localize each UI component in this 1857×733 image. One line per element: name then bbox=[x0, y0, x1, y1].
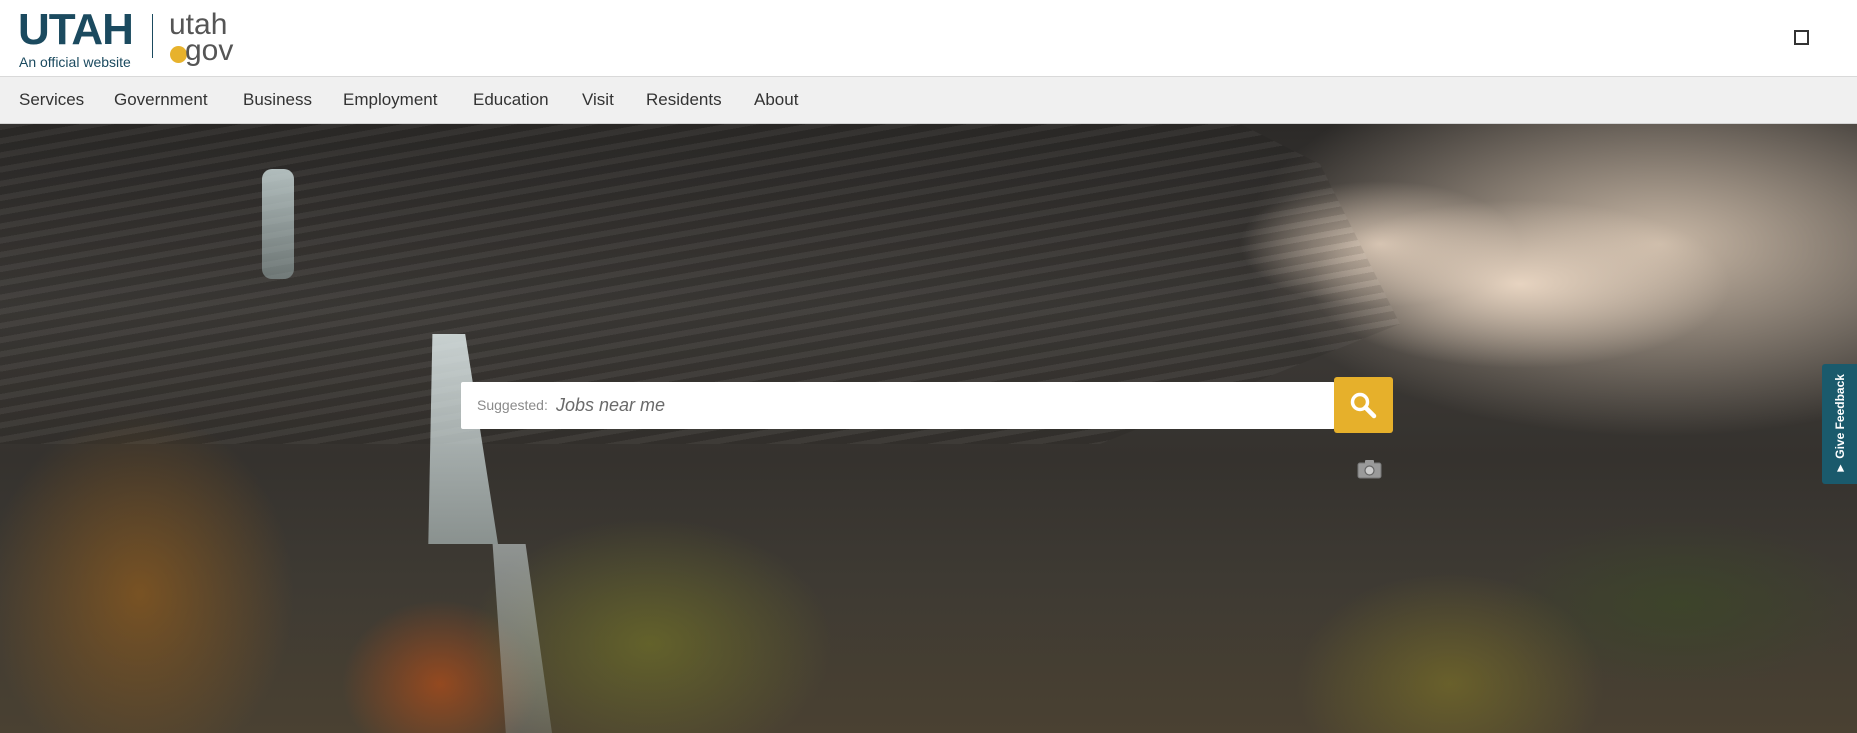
nav-item-residents[interactable]: Residents bbox=[646, 77, 722, 123]
search-icon bbox=[1350, 392, 1377, 419]
nav-item-education[interactable]: Education bbox=[473, 77, 549, 123]
utah-gov-logo[interactable]: utah gov bbox=[168, 10, 248, 66]
search-input[interactable] bbox=[556, 388, 1316, 423]
logo-divider bbox=[152, 14, 153, 58]
nav-item-employment[interactable]: Employment bbox=[343, 77, 437, 123]
nav-item-about[interactable]: About bbox=[754, 77, 798, 123]
square-icon[interactable] bbox=[1794, 30, 1809, 45]
give-feedback-label: ► Give Feedback bbox=[1832, 374, 1847, 474]
utah-logo-text: UTAH bbox=[18, 5, 134, 54]
search-button[interactable] bbox=[1334, 377, 1393, 433]
nav-item-services[interactable]: Services bbox=[19, 77, 84, 123]
utah-logo[interactable]: UTAH An official website bbox=[18, 5, 138, 71]
megaphone-icon: ► bbox=[1832, 458, 1847, 474]
site-header: UTAH An official website utah gov bbox=[0, 0, 1857, 77]
nav-item-visit[interactable]: Visit bbox=[582, 77, 614, 123]
main-nav: Services Government Business Employment … bbox=[0, 77, 1857, 124]
search-bar: Suggested: bbox=[461, 382, 1335, 429]
hero-waterfall-lower bbox=[492, 544, 552, 733]
official-website-label: An official website bbox=[19, 54, 131, 70]
nav-item-business[interactable]: Business bbox=[243, 77, 312, 123]
hero-waterfall-upper bbox=[262, 169, 294, 279]
suggested-label: Suggested: bbox=[477, 397, 548, 413]
utahgov-bottom-text: gov bbox=[185, 34, 234, 67]
give-feedback-tab[interactable]: ► Give Feedback bbox=[1822, 364, 1857, 484]
nav-item-government[interactable]: Government bbox=[114, 77, 208, 123]
camera-icon[interactable] bbox=[1357, 459, 1382, 479]
